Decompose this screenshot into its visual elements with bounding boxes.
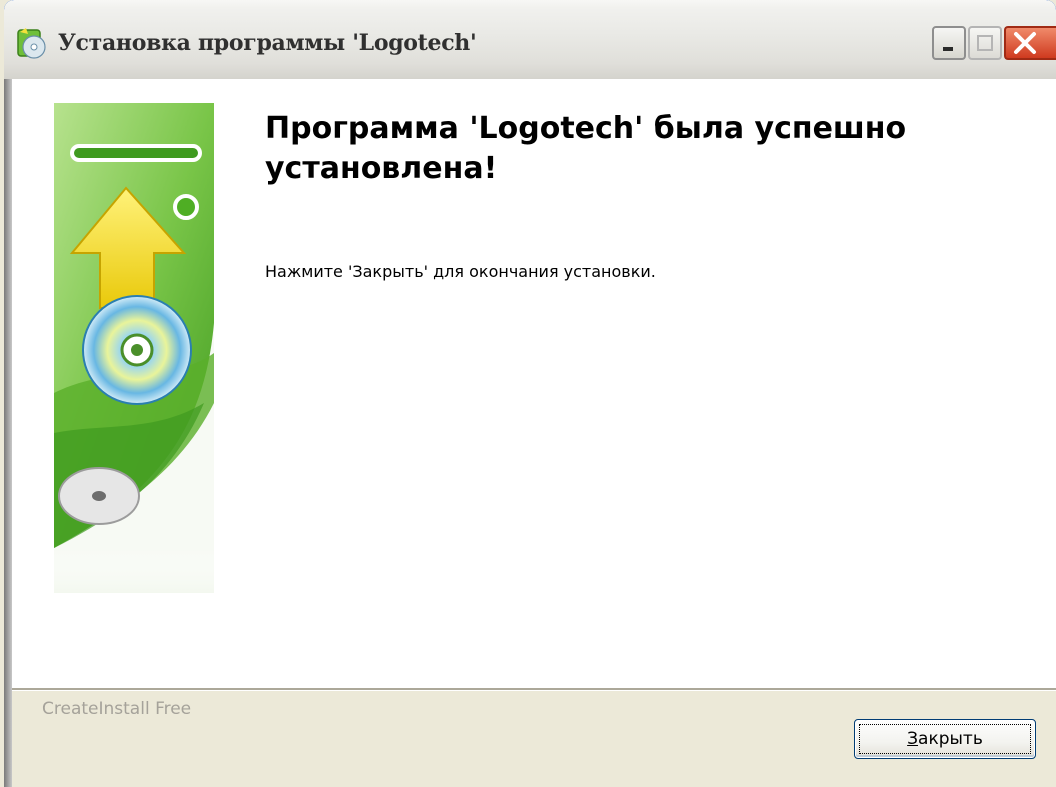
- maximize-icon: [977, 35, 993, 51]
- installer-cd-icon: [17, 28, 46, 59]
- minimize-icon: [943, 47, 953, 51]
- window-title: Установка программы 'Logotech': [58, 30, 477, 56]
- close-icon: [1014, 32, 1036, 54]
- wizard-body: Программа 'Logotech' была успешно устано…: [12, 79, 1056, 787]
- close-button-accelerator: З: [907, 729, 919, 749]
- page-title: Программа 'Logotech' была успешно устано…: [265, 111, 907, 186]
- instruction-text: Нажмите 'Закрыть' для окончания установк…: [265, 262, 656, 281]
- close-window-button[interactable]: [1004, 26, 1056, 60]
- close-button-label-rest: акрыть: [918, 729, 983, 749]
- minimize-button[interactable]: [932, 26, 966, 60]
- window-left-border: [4, 79, 12, 787]
- title-bar[interactable]: Установка программы 'Logotech': [4, 0, 1056, 79]
- maximize-button[interactable]: [968, 26, 1002, 60]
- close-button-label: Закрыть: [855, 720, 1035, 758]
- installer-window: Установка программы 'Logotech' Программа…: [4, 0, 1056, 787]
- wizard-footer: CreateInstall Free Закрыть: [12, 688, 1056, 787]
- installer-banner-icon: [54, 103, 214, 593]
- brand-label: CreateInstall Free: [42, 699, 192, 719]
- close-button[interactable]: Закрыть: [854, 719, 1036, 759]
